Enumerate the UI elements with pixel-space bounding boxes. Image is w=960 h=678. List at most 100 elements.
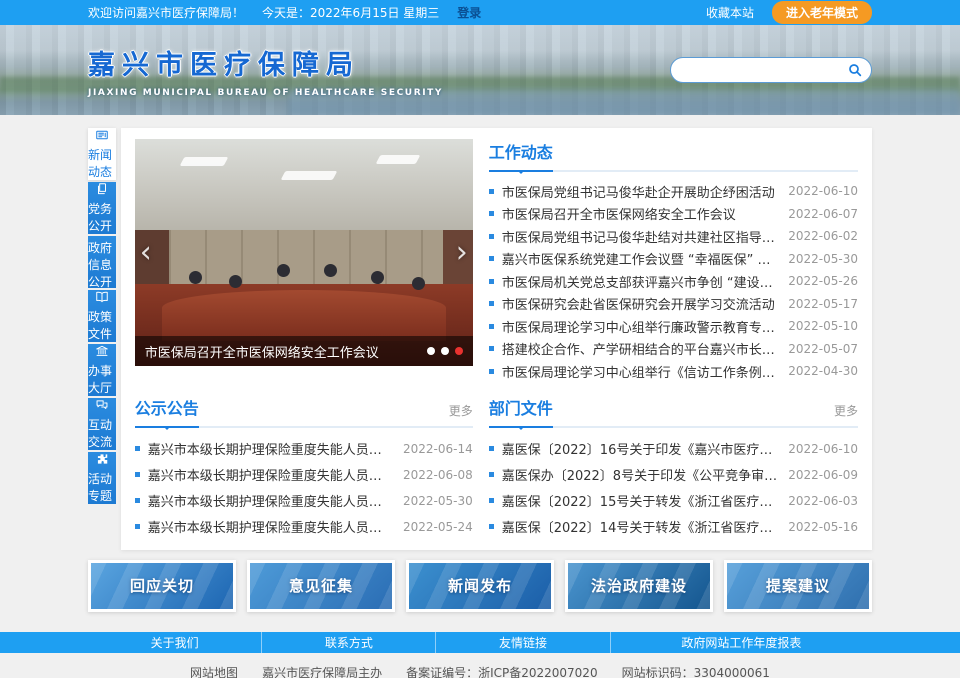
sidebar-item-policy-files[interactable]: 政策文件 xyxy=(88,290,116,342)
carousel-caption[interactable]: 市医保局召开全市医保网络安全工作会议 xyxy=(145,342,419,361)
news-title[interactable]: 嘉兴市本级长期护理保险重度失能人员名单公示（2... xyxy=(148,465,393,484)
sidebar-item-party-affairs[interactable]: 党务公开 xyxy=(88,182,116,234)
list-item[interactable]: 嘉兴市本级长期护理保险重度失能人员名单公示（2... 2022-05-30 xyxy=(135,488,473,514)
bullet-icon xyxy=(489,189,494,194)
list-item[interactable]: 市医保局理论学习中心组举行廉政警示教育专题学习... 2022-05-10 xyxy=(489,315,858,338)
news-title[interactable]: 嘉医保〔2022〕16号关于印发《嘉兴市医疗保... xyxy=(502,439,779,458)
sidebar-item-service-hall[interactable]: 办事大厅 xyxy=(88,344,116,396)
newspaper-icon xyxy=(91,128,113,142)
list-item[interactable]: 嘉医保〔2022〕16号关于印发《嘉兴市医疗保... 2022-06-10 xyxy=(489,436,858,462)
news-date: 2022-05-10 xyxy=(788,319,858,333)
sidebar-item-interaction[interactable]: 互动交流 xyxy=(88,398,116,450)
news-date: 2022-06-09 xyxy=(788,468,858,482)
news-date: 2022-06-03 xyxy=(788,494,858,508)
news-title[interactable]: 嘉医保〔2022〕15号关于转发《浙江省医疗保... xyxy=(502,491,779,510)
carousel-prev-arrow[interactable]: ‹ xyxy=(140,238,152,268)
banner-opinion-collection[interactable]: 意见征集 xyxy=(247,560,395,612)
banner-law-government[interactable]: 法治政府建设 xyxy=(565,560,713,612)
favorite-link[interactable]: 收藏本站 xyxy=(706,4,754,21)
tab-documents[interactable]: 部门文件 xyxy=(489,395,553,428)
news-title[interactable]: 市医保局党组书记马俊华赴企开展助企纾困活动 xyxy=(502,182,779,201)
bullet-icon xyxy=(135,524,140,529)
banner-respond-concerns[interactable]: 回应关切 xyxy=(88,560,236,612)
documents-more-link[interactable]: 更多 xyxy=(834,402,858,426)
news-title[interactable]: 嘉医保办〔2022〕8号关于印发《公平竞争审查... xyxy=(502,465,779,484)
list-item[interactable]: 嘉兴市本级长期护理保险重度失能人员名单公示（2... 2022-05-24 xyxy=(135,514,473,540)
sitemap-link[interactable]: 网站地图 xyxy=(190,666,238,678)
banner-news-release[interactable]: 新闻发布 xyxy=(406,560,554,612)
banner-label: 提案建议 xyxy=(766,575,830,596)
puzzle-icon xyxy=(91,452,113,466)
news-title[interactable]: 嘉医保〔2022〕14号关于转发《浙江省医疗保... xyxy=(502,517,779,536)
documents-list: 嘉医保〔2022〕16号关于印发《嘉兴市医疗保... 2022-06-10 嘉医… xyxy=(489,436,858,540)
news-date: 2022-06-02 xyxy=(788,229,858,243)
news-title[interactable]: 嘉兴市本级长期护理保险重度失能人员名单公示（2... xyxy=(148,439,393,458)
news-title[interactable]: 市医保局党组书记马俊华赴结对共建社区指导全国文... xyxy=(502,227,779,246)
elder-mode-button[interactable]: 进入老年模式 xyxy=(772,1,872,24)
section-notices: 公示公告 更多 嘉兴市本级长期护理保险重度失能人员名单公示（2... 2022-… xyxy=(135,395,473,540)
header-banner: 嘉兴市医疗保障局 JIAXING MUNICIPAL BUREAU OF HEA… xyxy=(0,25,960,115)
bullet-icon xyxy=(135,472,140,477)
list-item[interactable]: 市医保局党组书记马俊华赴结对共建社区指导全国文... 2022-06-02 xyxy=(489,225,858,248)
carousel-dot[interactable] xyxy=(427,347,435,355)
sidebar-item-special-topics[interactable]: 活动专题 xyxy=(88,452,116,504)
news-title[interactable]: 嘉兴市本级长期护理保险重度失能人员名单公示（2... xyxy=(148,517,393,536)
list-item[interactable]: 嘉医保〔2022〕15号关于转发《浙江省医疗保... 2022-06-03 xyxy=(489,488,858,514)
news-title[interactable]: 市医保局召开全市医保网络安全工作会议 xyxy=(502,204,779,223)
carousel-dots xyxy=(427,347,463,355)
news-date: 2022-05-26 xyxy=(788,274,858,288)
news-date: 2022-05-24 xyxy=(403,520,473,534)
news-title[interactable]: 市医保局机关党总支部获评嘉兴市争创 “建设清廉机... xyxy=(502,272,779,291)
list-item[interactable]: 市医保局党组书记马俊华赴企开展助企纾困活动 2022-06-10 xyxy=(489,180,858,203)
bullet-icon xyxy=(489,446,494,451)
bullet-icon xyxy=(489,324,494,329)
news-title[interactable]: 嘉兴市医保系统党建工作会议暨 “幸福医保” 党建联... xyxy=(502,249,779,268)
news-title[interactable]: 市医保研究会赴省医保研究会开展学习交流活动 xyxy=(502,294,779,313)
search-icon[interactable] xyxy=(847,62,863,78)
footer-link-about[interactable]: 关于我们 xyxy=(88,632,262,653)
sidebar-nav: 新闻动态 党务公开 政府信息公开 政策文件 xyxy=(88,128,116,550)
news-title[interactable]: 市医保局理论学习中心组举行《信访工作条例》专题... xyxy=(502,362,779,381)
list-item[interactable]: 市医保局召开全市医保网络安全工作会议 2022-06-07 xyxy=(489,203,858,226)
footer-link-annual-report[interactable]: 政府网站工作年度报表 xyxy=(611,632,872,653)
banner-proposals[interactable]: 提案建议 xyxy=(724,560,872,612)
list-item[interactable]: 市医保局机关党总支部获评嘉兴市争创 “建设清廉机... 2022-05-26 xyxy=(489,270,858,293)
section-documents: 部门文件 更多 嘉医保〔2022〕16号关于印发《嘉兴市医疗保... 2022-… xyxy=(489,395,858,540)
tab-notices[interactable]: 公示公告 xyxy=(135,395,199,428)
list-item[interactable]: 嘉兴市医保系统党建工作会议暨 “幸福医保” 党建联... 2022-05-30 xyxy=(489,248,858,271)
list-item[interactable]: 市医保研究会赴省医保研究会开展学习交流活动 2022-05-17 xyxy=(489,293,858,316)
list-item[interactable]: 嘉医保〔2022〕14号关于转发《浙江省医疗保... 2022-05-16 xyxy=(489,514,858,540)
carousel-next-arrow[interactable]: › xyxy=(456,238,468,268)
sponsor-text: 嘉兴市医疗保障局主办 xyxy=(262,666,382,678)
list-item[interactable]: 嘉兴市本级长期护理保险重度失能人员名单公示（2... 2022-06-14 xyxy=(135,436,473,462)
sidebar-item-news[interactable]: 新闻动态 xyxy=(88,128,116,180)
list-item[interactable]: 嘉兴市本级长期护理保险重度失能人员名单公示（2... 2022-06-08 xyxy=(135,462,473,488)
news-title[interactable]: 市医保局理论学习中心组举行廉政警示教育专题学习... xyxy=(502,317,779,336)
carousel-dot-active[interactable] xyxy=(455,347,463,355)
news-title[interactable]: 搭建校企合作、产学研相结合的平台嘉兴市长期护理... xyxy=(502,339,779,358)
footer-info: 网站地图嘉兴市医疗保障局主办备案证编号：浙ICP备2022007020网站标识码… xyxy=(0,653,960,678)
carousel-dot[interactable] xyxy=(441,347,449,355)
site-title: 嘉兴市医疗保障局 JIAXING MUNICIPAL BUREAU OF HEA… xyxy=(88,43,443,98)
news-date: 2022-06-14 xyxy=(403,442,473,456)
footer-link-contact[interactable]: 联系方式 xyxy=(262,632,436,653)
search-input[interactable] xyxy=(683,63,847,77)
news-carousel[interactable]: ‹ › 市医保局召开全市医保网络安全工作会议 xyxy=(135,139,473,366)
tab-work-dynamics[interactable]: 工作动态 xyxy=(489,139,553,172)
topbar: 欢迎访问嘉兴市医疗保障局！ 今天是：2022年6月15日 星期三 登录 收藏本站… xyxy=(0,0,960,25)
news-date: 2022-05-30 xyxy=(788,252,858,266)
banner-label: 法治政府建设 xyxy=(591,575,687,596)
search-box[interactable] xyxy=(670,57,872,83)
list-item[interactable]: 市医保局理论学习中心组举行《信访工作条例》专题... 2022-04-30 xyxy=(489,360,858,383)
list-item[interactable]: 搭建校企合作、产学研相结合的平台嘉兴市长期护理... 2022-05-07 xyxy=(489,338,858,361)
notices-more-link[interactable]: 更多 xyxy=(449,402,473,426)
news-title[interactable]: 嘉兴市本级长期护理保险重度失能人员名单公示（2... xyxy=(148,491,393,510)
login-link[interactable]: 登录 xyxy=(457,4,481,21)
footer-link-friend-links[interactable]: 友情链接 xyxy=(436,632,610,653)
list-item[interactable]: 嘉医保办〔2022〕8号关于印发《公平竞争审查... 2022-06-09 xyxy=(489,462,858,488)
sidebar-item-gov-info[interactable]: 政府信息公开 xyxy=(88,236,116,288)
notices-list: 嘉兴市本级长期护理保险重度失能人员名单公示（2... 2022-06-14 嘉兴… xyxy=(135,436,473,540)
bullet-icon xyxy=(489,234,494,239)
chat-icon xyxy=(91,398,113,412)
bank-icon xyxy=(91,344,113,358)
